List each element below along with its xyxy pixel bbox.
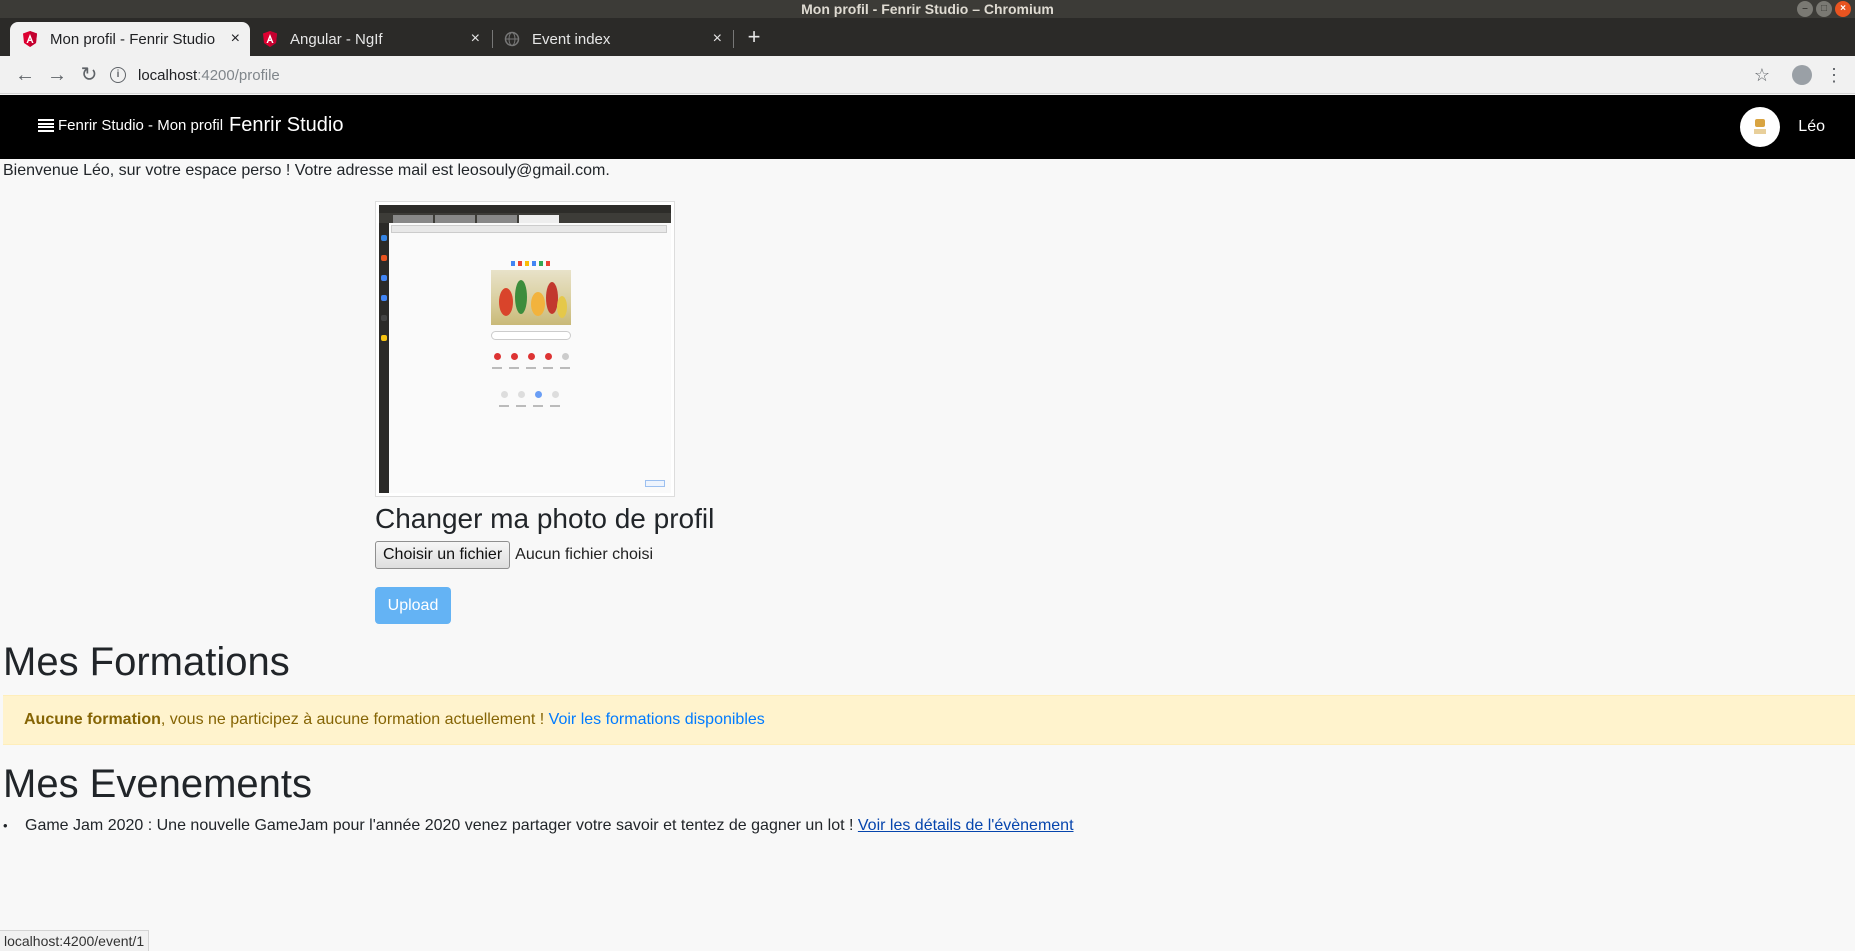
status-bar-url: localhost:4200/event/1 [0,930,150,951]
alert-strong: Aucune formation [24,711,161,728]
tab-close-icon[interactable]: × [713,30,722,48]
address-bar[interactable]: i localhost:4200/profile [110,60,1750,90]
tab-close-icon[interactable]: × [231,30,240,48]
upload-button[interactable]: Upload [375,587,451,624]
close-window-button[interactable]: × [1835,1,1851,17]
sidenav-toggle[interactable]: Fenrir Studio - Mon profil [38,117,223,134]
app-navbar: Fenrir Studio - Mon profil Fenrir Studio… [0,95,1855,159]
sidenav-toggle-label: Fenrir Studio - Mon profil [58,117,224,134]
tab-separator [733,30,734,48]
tab-event-index[interactable]: Event index × [492,22,732,56]
available-formations-link[interactable]: Voir les formations disponibles [549,711,765,728]
minimize-button[interactable]: – [1797,1,1813,17]
maximize-button[interactable]: □ [1816,1,1832,17]
event-description: Game Jam 2020 : Une nouvelle GameJam pou… [25,817,858,834]
list-item: Game Jam 2020 : Une nouvelle GameJam pou… [0,817,1074,835]
tab-close-icon[interactable]: × [471,30,480,48]
profile-icon[interactable] [1789,62,1815,88]
angular-icon [262,31,278,47]
page-content: Fenrir Studio - Mon profil Fenrir Studio… [0,95,1855,951]
url-host: localhost [138,66,198,84]
choose-file-button[interactable]: Choisir un fichier [375,541,511,569]
events-title: Mes Evenements [3,762,313,806]
alert-text: , vous ne participez à aucune formation … [160,711,549,728]
window-controls: – □ × [1797,1,1851,17]
browser-menu-icon[interactable]: ⋮ [1821,62,1847,88]
formations-title: Mes Formations [3,640,290,684]
tab-mon-profil[interactable]: Mon profil - Fenrir Studio × [10,22,250,56]
tab-label: Event index [532,30,611,48]
forward-button[interactable]: → [44,62,70,88]
event-details-link[interactable]: Voir les détails de l'évènement [858,817,1074,834]
user-name: Léo [1798,118,1825,135]
profile-picture [375,201,675,497]
bookmark-star-icon[interactable]: ☆ [1749,62,1775,88]
hamburger-icon [38,119,54,132]
window-title: Mon profil - Fenrir Studio – Chromium [801,1,1054,17]
tab-angular-ngif[interactable]: Angular - NgIf × [250,22,490,56]
file-status: Aucun fichier choisi [515,546,653,563]
new-tab-button[interactable]: + [740,24,768,52]
navbar-brand[interactable]: Fenrir Studio [229,114,344,137]
globe-icon [504,31,520,47]
no-formation-alert: Aucune formation, vous ne participez à a… [3,695,1855,745]
welcome-message: Bienvenue Léo, sur votre espace perso ! … [3,162,610,179]
change-photo-title: Changer ma photo de profil [375,503,715,534]
window-titlebar: Mon profil - Fenrir Studio – Chromium – … [0,0,1855,18]
tab-strip: Mon profil - Fenrir Studio × Angular - N… [0,18,1855,56]
tab-label: Mon profil - Fenrir Studio [50,30,216,48]
file-input[interactable]: Choisir un fichier Aucun fichier choisi [375,541,653,569]
info-icon[interactable]: i [110,67,126,83]
angular-icon [22,31,38,47]
user-menu[interactable]: Léo [1740,107,1825,147]
back-button[interactable]: ← [12,62,38,88]
tab-label: Angular - NgIf [290,30,383,48]
browser-toolbar: ← → ↻ i localhost:4200/profile ☆ ⋮ [0,56,1855,94]
reload-button[interactable]: ↻ [76,62,102,88]
url-path: :4200/profile [197,66,280,84]
events-list: Game Jam 2020 : Une nouvelle GameJam pou… [0,817,1074,835]
user-avatar [1740,107,1781,147]
